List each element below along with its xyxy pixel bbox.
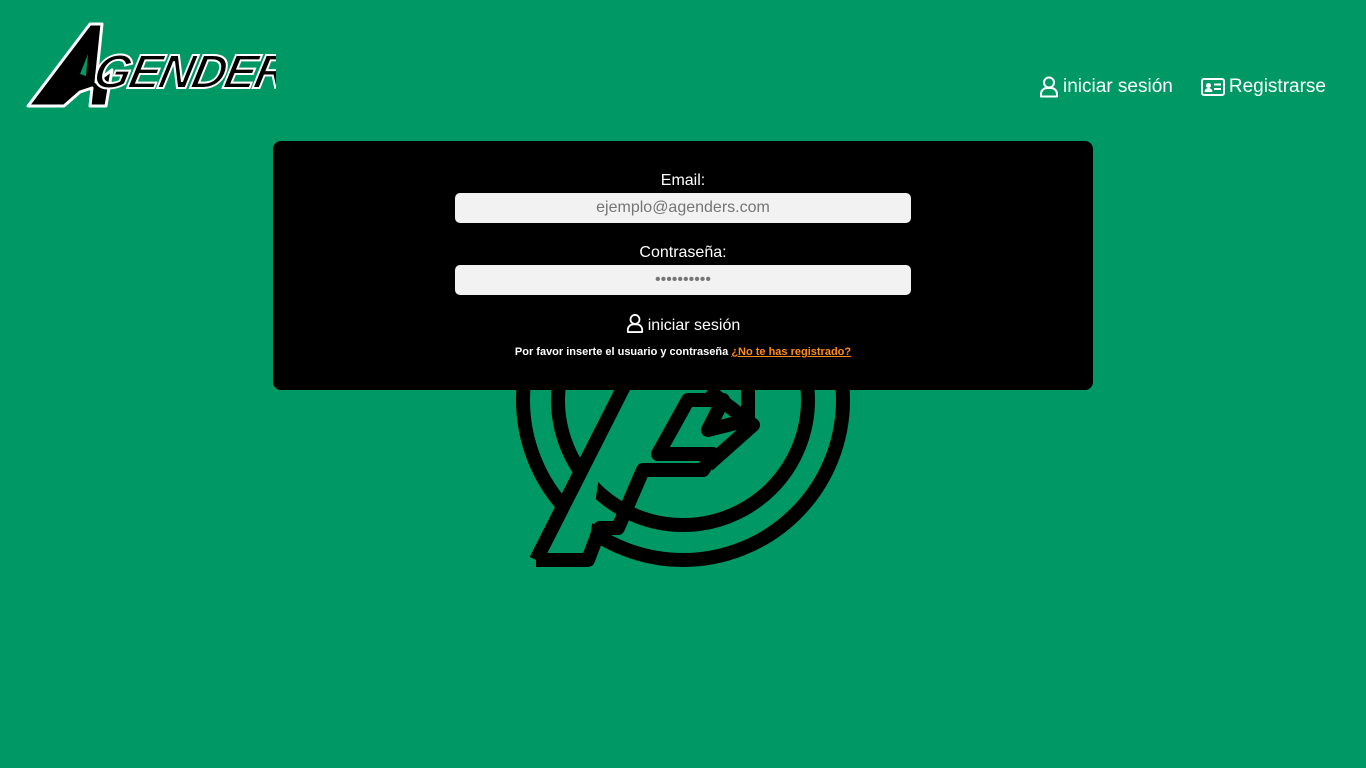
header-nav: iniciar sesión Registrarse bbox=[1039, 76, 1326, 98]
login-hint-text: Por favor inserte el usuario y contraseñ… bbox=[514, 346, 729, 358]
login-form: Email: Contraseña: iniciar sesión Por fa… bbox=[273, 141, 1093, 390]
register-link[interactable]: ¿No te has registrado? bbox=[731, 346, 851, 358]
login-submit-label: iniciar sesión bbox=[647, 317, 741, 334]
agenders-logo-image: GENDERS bbox=[26, 22, 326, 108]
login-submit-button[interactable]: iniciar sesión bbox=[273, 313, 1093, 339]
login-hint: Por favor inserte el usuario y contraseñ… bbox=[273, 346, 1093, 358]
svg-text:GENDERS: GENDERS bbox=[89, 45, 276, 98]
email-field[interactable] bbox=[455, 193, 911, 223]
nav-login-label: iniciar sesión bbox=[1063, 76, 1173, 97]
nav-login-link[interactable]: iniciar sesión bbox=[1039, 76, 1173, 98]
page: GENDERS iniciar sesión Registrarse Email… bbox=[0, 0, 1366, 768]
nav-register-link[interactable]: Registrarse bbox=[1200, 76, 1326, 98]
brand-logo[interactable]: GENDERS bbox=[24, 18, 326, 110]
email-label: Email: bbox=[660, 172, 706, 189]
id-card-icon bbox=[1200, 77, 1225, 97]
password-field[interactable] bbox=[455, 265, 911, 295]
user-icon bbox=[626, 313, 644, 339]
password-label: Contraseña: bbox=[639, 244, 727, 261]
nav-register-label: Registrarse bbox=[1228, 76, 1326, 97]
user-icon bbox=[1039, 76, 1059, 98]
